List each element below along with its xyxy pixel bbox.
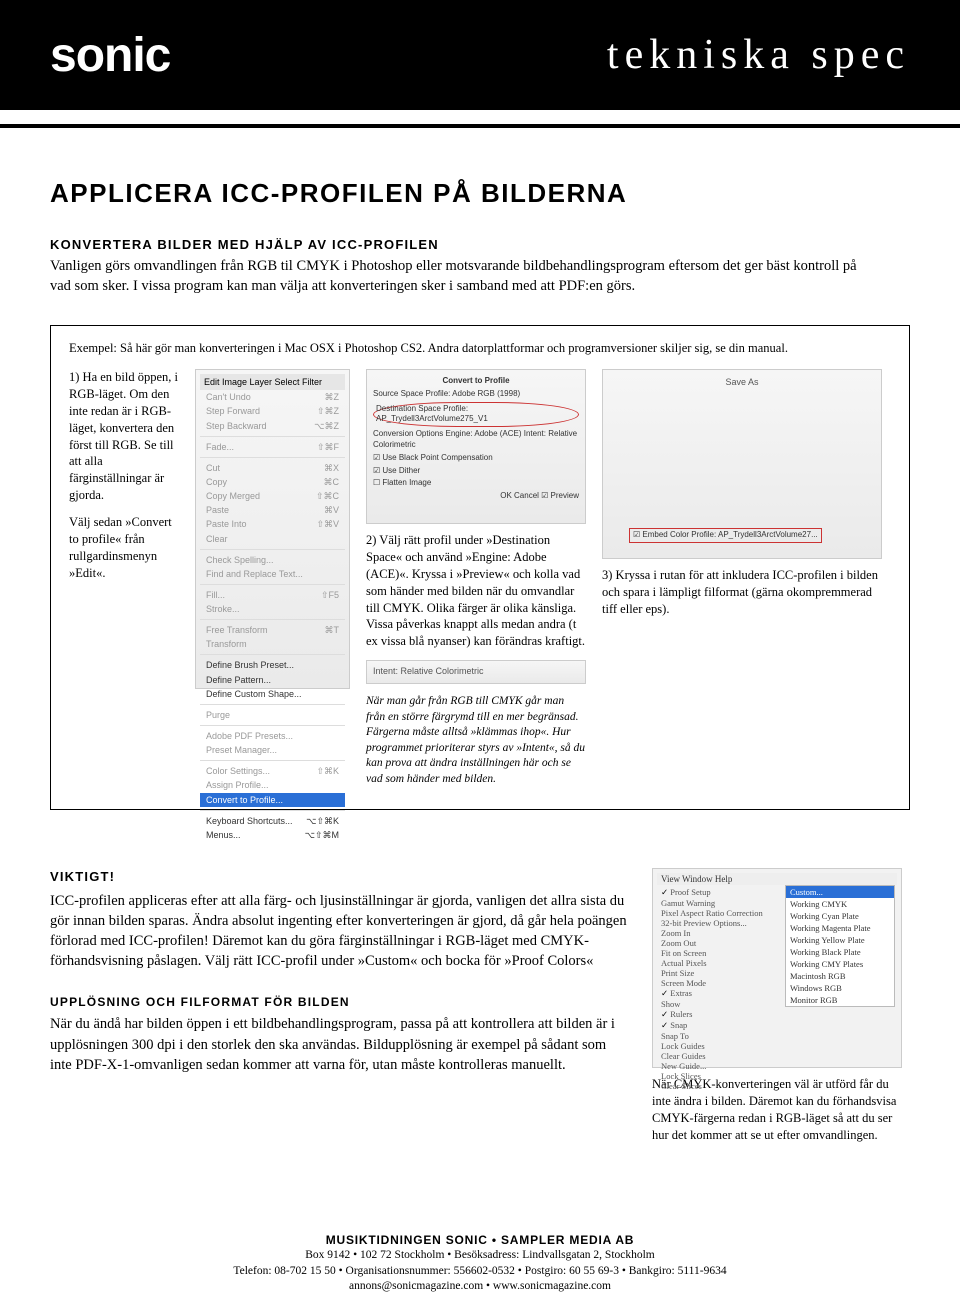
footer-l2: Box 9142 • 102 72 Stockholm • Besöksadre… (0, 1248, 960, 1264)
example-box: Exempel: Så här gör man konverteringen i… (50, 325, 910, 811)
intro-subheading: KONVERTERA BILDER MED HJÄLP AV ICC-PROFI… (50, 237, 910, 252)
step2-text: 2) Välj rätt profil under »Destination S… (366, 532, 586, 650)
example-lead: Exempel: Så här gör man konverteringen i… (69, 340, 891, 358)
intent-note: När man går från RGB till CMYK går man f… (366, 694, 586, 787)
step1-text-a: 1) Ha en bild öppen, i RGB-läget. Om den… (69, 369, 179, 504)
intro-body: Vanligen görs omvandlingen från RGB til … (50, 256, 870, 297)
step3-text: 3) Kryssa i rutan för att inkludera ICC-… (602, 567, 882, 618)
intent-row-screenshot: Intent: Relative Colorimetric (366, 660, 586, 684)
viktigt-heading: VIKTIGT! (50, 868, 630, 886)
upplosning-p: När du ändå har bilden öppen i ett bildb… (50, 1014, 630, 1075)
header-right-text: tekniska spec (607, 31, 910, 79)
step1-text-b: Välj sedan »Convert to profile« från rul… (69, 514, 179, 582)
footer-l1: MUSIKTIDNINGEN SONIC • SAMPLER MEDIA AB (0, 1232, 960, 1248)
viktigt-p1: ICC-profilen appliceras efter att alla f… (50, 891, 630, 972)
proof-setup-screenshot: View Window Help Proof SetupGamut Warnin… (652, 868, 902, 1068)
footer-l3: Telefon: 08-702 15 50 • Organisationsnum… (0, 1264, 960, 1280)
footer: MUSIKTIDNINGEN SONIC • SAMPLER MEDIA AB … (0, 1232, 960, 1295)
footer-l4: annons@sonicmagazine.com • www.sonicmaga… (0, 1279, 960, 1295)
logo: sonic (50, 28, 170, 83)
save-as-screenshot: Save As ☑ Embed Color Profile: AP_Trydel… (602, 369, 882, 559)
page-title: APPLICERA ICC-PROFILEN PÅ BILDERNA (50, 178, 910, 209)
upplosning-heading: UPPLÖSNING OCH FILFORMAT FÖR BILDEN (50, 994, 630, 1011)
convert-dialog-screenshot: Convert to Profile Source Space Profile:… (366, 369, 586, 524)
edit-menu-screenshot: Edit Image Layer Select Filter Can't Und… (195, 369, 350, 689)
